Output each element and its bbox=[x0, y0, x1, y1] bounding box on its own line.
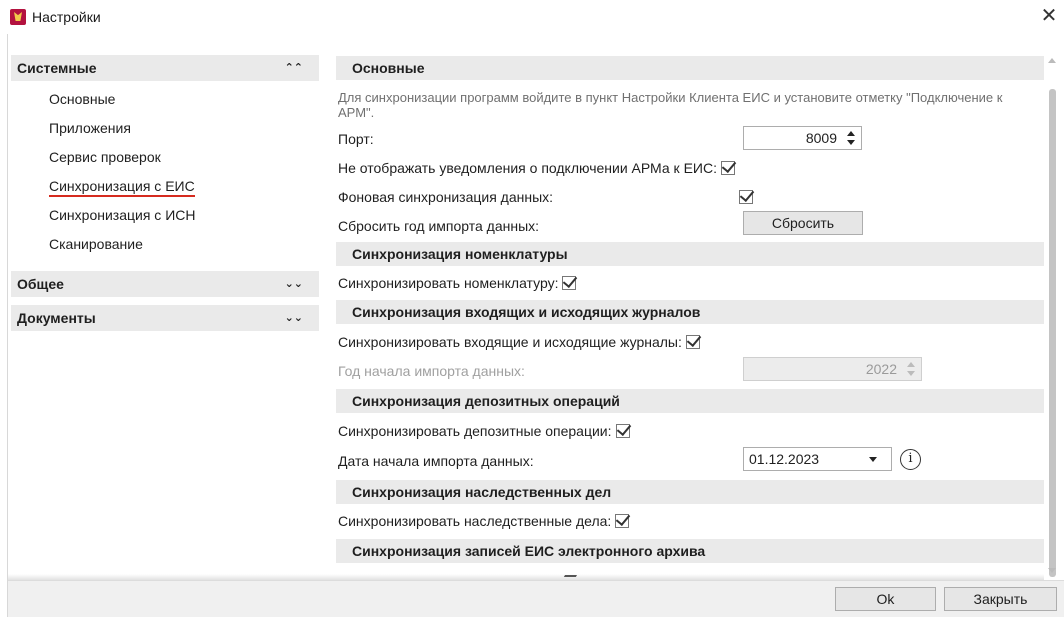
bg-sync-label: Фоновая синхронизация данных: bbox=[338, 189, 554, 205]
section-header-journals: Синхронизация входящих и исходящих журна… bbox=[336, 300, 1044, 324]
title-bar: Настройки ✕ bbox=[0, 0, 1064, 34]
no-notify-label: Не отображать уведомления о подключении … bbox=[338, 160, 717, 176]
dialog-footer: Ok Закрыть bbox=[8, 580, 1064, 617]
sidebar-group-label: Системные bbox=[17, 60, 97, 76]
sidebar-group-label: Общее bbox=[17, 276, 64, 292]
sidebar-group-items: Основные Приложения Сервис проверок Синх… bbox=[11, 81, 319, 263]
scroll-down-icon[interactable] bbox=[1048, 568, 1056, 573]
window-title: Настройки bbox=[32, 9, 101, 25]
sidebar-item-basic[interactable]: Основные bbox=[11, 85, 319, 114]
nomenclature-sync-label: Синхронизировать номенклатуру: bbox=[338, 275, 559, 291]
nomenclature-sync-checkbox[interactable] bbox=[562, 276, 577, 290]
sidebar-group-general[interactable]: Общее ⌄⌄ bbox=[11, 271, 319, 297]
section-header-basic: Основные bbox=[336, 56, 1044, 80]
sidebar-item-label: Основные bbox=[49, 91, 116, 107]
sidebar-item-label: Синхронизация с ЕИС bbox=[49, 178, 195, 197]
sidebar-item-check-service[interactable]: Сервис проверок bbox=[11, 143, 319, 172]
scroll-thumb[interactable] bbox=[1049, 89, 1056, 577]
sidebar-item-label: Приложения bbox=[49, 120, 131, 136]
inheritance-row: Синхронизировать наследственные дела: bbox=[338, 513, 630, 529]
stepper-arrows-icon[interactable] bbox=[846, 129, 856, 147]
section-header-nomenclature: Синхронизация номенклатуры bbox=[336, 242, 1044, 266]
vertical-scrollbar[interactable] bbox=[1044, 55, 1060, 577]
journals-year-stepper[interactable]: 2022 bbox=[743, 357, 922, 381]
no-notify-checkbox[interactable] bbox=[720, 161, 735, 175]
deposits-date-picker[interactable]: 01.12.2023 bbox=[743, 447, 892, 471]
port-value: 8009 bbox=[805, 130, 837, 146]
scroll-up-icon[interactable] bbox=[1048, 58, 1056, 63]
sync-description: Для синхронизации программ войдите в пун… bbox=[338, 90, 1003, 120]
deposits-sync-label: Синхронизировать депозитные операции: bbox=[338, 423, 612, 439]
collapse-chevron-icon[interactable]: ⌃⌃ bbox=[285, 55, 303, 81]
section-header-inheritance: Синхронизация наследственных дел bbox=[336, 480, 1044, 504]
deposits-date-label: Дата начала импорта данных: bbox=[338, 453, 534, 469]
deposits-date-value: 01.12.2023 bbox=[749, 451, 820, 467]
nomenclature-row: Синхронизировать номенклатуру: bbox=[338, 275, 577, 291]
sidebar-item-eis-sync[interactable]: Синхронизация с ЕИС bbox=[11, 172, 319, 201]
section-header-archive: Синхронизация записей ЕИС электронного а… bbox=[336, 539, 1044, 563]
close-window-button[interactable]: ✕ bbox=[1038, 5, 1060, 29]
deposits-row: Синхронизировать депозитные операции: bbox=[338, 423, 630, 439]
sidebar-item-label: Сканирование bbox=[49, 236, 143, 252]
close-button[interactable]: Закрыть bbox=[944, 587, 1057, 611]
expand-chevron-icon[interactable]: ⌄⌄ bbox=[285, 305, 303, 331]
app-logo-icon bbox=[10, 9, 26, 25]
section-header-deposits: Синхронизация депозитных операций bbox=[336, 389, 1044, 413]
reset-button[interactable]: Сбросить bbox=[743, 211, 863, 235]
expand-chevron-icon[interactable]: ⌄⌄ bbox=[285, 271, 303, 297]
port-stepper[interactable]: 8009 bbox=[743, 126, 862, 150]
sidebar-item-label: Сервис проверок bbox=[49, 149, 161, 165]
info-icon[interactable]: i bbox=[900, 449, 921, 470]
settings-sidebar: Системные ⌃⌃ Основные Приложения Сервис … bbox=[11, 55, 319, 573]
inheritance-sync-checkbox[interactable] bbox=[615, 514, 630, 528]
deposits-sync-checkbox[interactable] bbox=[615, 424, 630, 438]
dropdown-caret-icon[interactable] bbox=[869, 457, 877, 462]
journals-sync-checkbox[interactable] bbox=[685, 335, 700, 349]
journals-sync-label: Синхронизировать входящие и исходящие жу… bbox=[338, 334, 682, 350]
sidebar-group-label: Документы bbox=[17, 310, 96, 326]
settings-content: Основные Для синхронизации программ войд… bbox=[336, 55, 1044, 573]
sidebar-item-scanning[interactable]: Сканирование bbox=[11, 230, 319, 259]
window-border bbox=[7, 34, 8, 617]
no-notify-row: Не отображать уведомления о подключении … bbox=[338, 160, 735, 176]
ok-button[interactable]: Ok bbox=[835, 587, 936, 611]
sidebar-group-system[interactable]: Системные ⌃⌃ bbox=[11, 55, 319, 81]
sidebar-item-label: Синхронизация с ИСН bbox=[49, 207, 196, 223]
bg-sync-checkbox[interactable] bbox=[739, 190, 753, 204]
reset-year-label: Сбросить год импорта данных: bbox=[338, 218, 540, 234]
sidebar-item-isn-sync[interactable]: Синхронизация с ИСН bbox=[11, 201, 319, 230]
journals-year-label: Год начала импорта данных: bbox=[338, 363, 525, 379]
journals-row: Синхронизировать входящие и исходящие жу… bbox=[338, 334, 700, 350]
stepper-arrows-icon[interactable] bbox=[906, 360, 916, 378]
sidebar-group-documents[interactable]: Документы ⌄⌄ bbox=[11, 305, 319, 331]
partial-checkbox-icon bbox=[563, 573, 579, 577]
inheritance-sync-label: Синхронизировать наследственные дела: bbox=[338, 513, 612, 529]
journals-year-value: 2022 bbox=[865, 361, 897, 377]
port-label: Порт: bbox=[338, 131, 374, 147]
sidebar-item-applications[interactable]: Приложения bbox=[11, 114, 319, 143]
